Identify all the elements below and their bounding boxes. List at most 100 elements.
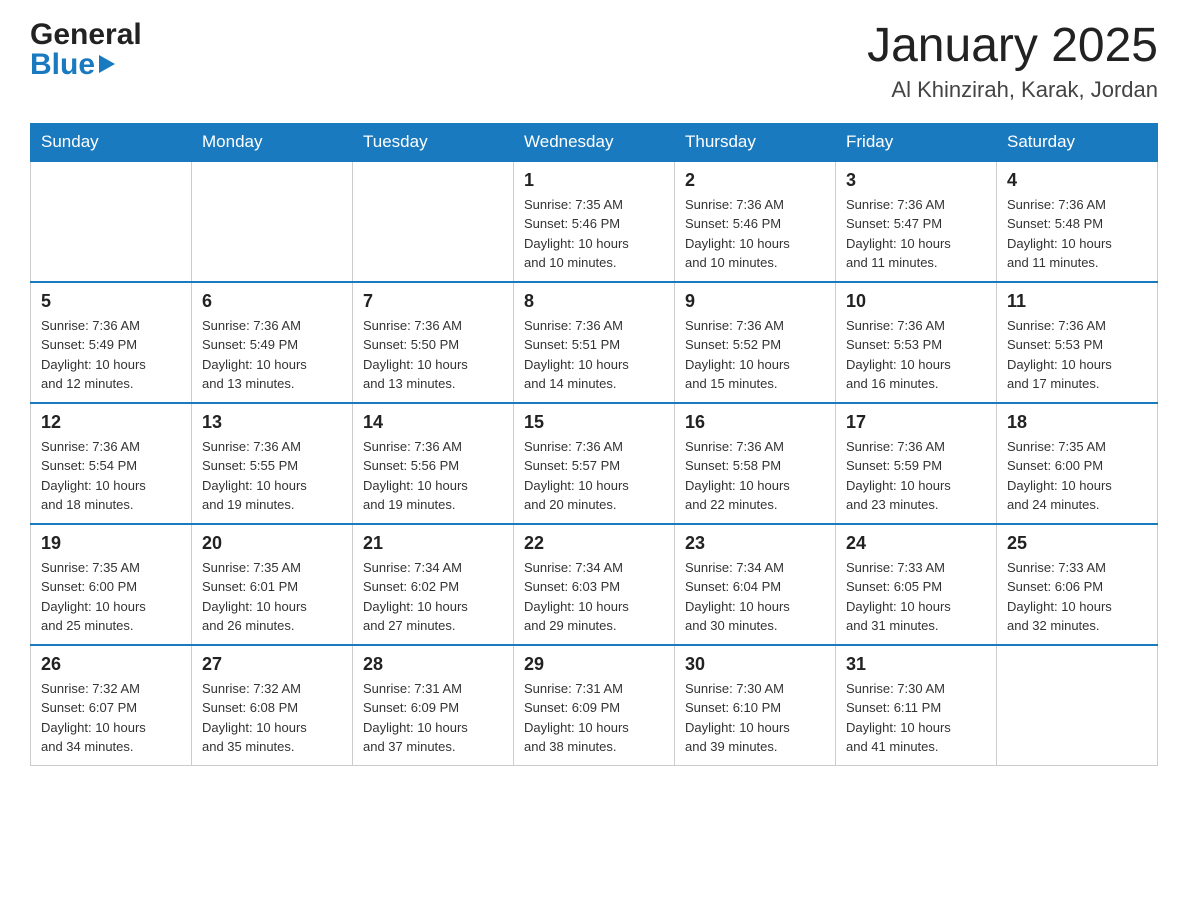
- calendar-cell: 17 Sunrise: 7:36 AM Sunset: 5:59 PM Dayli…: [836, 403, 997, 524]
- calendar-cell: 8Sunrise: 7:36 AM Sunset: 5:51 PM Daylig…: [514, 282, 675, 403]
- day-number: 31: [846, 654, 986, 675]
- day-info: Sunrise: 7:31 AM Sunset: 6:09 PM Dayligh…: [363, 679, 503, 757]
- calendar-cell: 4 Sunrise: 7:36 AM Sunset: 5:48 PM Daylig…: [997, 161, 1158, 282]
- day-number: 21: [363, 533, 503, 554]
- calendar-cell: 10Sunrise: 7:36 AM Sunset: 5:53 PM Dayli…: [836, 282, 997, 403]
- day-info: Sunrise: 7:34 AM Sunset: 6:04 PM Dayligh…: [685, 558, 825, 636]
- day-number: 15: [524, 412, 664, 433]
- day-number: 7: [363, 291, 503, 312]
- day-info: Sunrise: 7:36 AM Sunset: 5:59 PM Dayligh…: [846, 437, 986, 515]
- day-number: 3: [846, 170, 986, 191]
- day-number: 16: [685, 412, 825, 433]
- week-row-4: 19Sunrise: 7:35 AM Sunset: 6:00 PM Dayli…: [31, 524, 1158, 645]
- day-number: 8: [524, 291, 664, 312]
- day-info: Sunrise: 7:36 AM Sunset: 5:58 PM Dayligh…: [685, 437, 825, 515]
- calendar-cell: 31 Sunrise: 7:30 AM Sunset: 6:11 PM Dayli…: [836, 645, 997, 766]
- day-number: 26: [41, 654, 181, 675]
- calendar-title: January 2025: [867, 20, 1158, 73]
- day-info: Sunrise: 7:30 AM Sunset: 6:10 PM Dayligh…: [685, 679, 825, 757]
- calendar-cell: 26 Sunrise: 7:32 AM Sunset: 6:07 PM Dayli…: [31, 645, 192, 766]
- calendar-cell: 18 Sunrise: 7:35 AM Sunset: 6:00 PM Dayli…: [997, 403, 1158, 524]
- day-info: Sunrise: 7:36 AM Sunset: 5:46 PM Dayligh…: [685, 195, 825, 273]
- day-info: Sunrise: 7:36 AM Sunset: 5:50 PM Dayligh…: [363, 316, 503, 394]
- day-number: 20: [202, 533, 342, 554]
- week-row-1: 1 Sunrise: 7:35 AM Sunset: 5:46 PM Daylig…: [31, 161, 1158, 282]
- day-info: Sunrise: 7:35 AM Sunset: 6:00 PM Dayligh…: [1007, 437, 1147, 515]
- day-number: 28: [363, 654, 503, 675]
- calendar-cell: 2 Sunrise: 7:36 AM Sunset: 5:46 PM Daylig…: [675, 161, 836, 282]
- calendar-table: SundayMondayTuesdayWednesdayThursdayFrid…: [30, 123, 1158, 766]
- day-number: 11: [1007, 291, 1147, 312]
- calendar-cell: 23Sunrise: 7:34 AM Sunset: 6:04 PM Dayli…: [675, 524, 836, 645]
- day-number: 5: [41, 291, 181, 312]
- day-info: Sunrise: 7:34 AM Sunset: 6:02 PM Dayligh…: [363, 558, 503, 636]
- calendar-cell: 3 Sunrise: 7:36 AM Sunset: 5:47 PM Daylig…: [836, 161, 997, 282]
- logo-blue-text: Blue: [30, 50, 95, 80]
- page-header: General Blue January 2025 Al Khinzirah, …: [30, 20, 1158, 103]
- column-header-tuesday: Tuesday: [353, 123, 514, 161]
- day-info: Sunrise: 7:30 AM Sunset: 6:11 PM Dayligh…: [846, 679, 986, 757]
- day-number: 22: [524, 533, 664, 554]
- calendar-cell: 20 Sunrise: 7:35 AM Sunset: 6:01 PM Dayli…: [192, 524, 353, 645]
- day-info: Sunrise: 7:32 AM Sunset: 6:07 PM Dayligh…: [41, 679, 181, 757]
- day-info: Sunrise: 7:35 AM Sunset: 6:01 PM Dayligh…: [202, 558, 342, 636]
- day-info: Sunrise: 7:32 AM Sunset: 6:08 PM Dayligh…: [202, 679, 342, 757]
- calendar-cell: 22 Sunrise: 7:34 AM Sunset: 6:03 PM Dayli…: [514, 524, 675, 645]
- calendar-header-row: SundayMondayTuesdayWednesdayThursdayFrid…: [31, 123, 1158, 161]
- day-number: 30: [685, 654, 825, 675]
- calendar-cell: 15 Sunrise: 7:36 AM Sunset: 5:57 PM Dayli…: [514, 403, 675, 524]
- day-info: Sunrise: 7:35 AM Sunset: 6:00 PM Dayligh…: [41, 558, 181, 636]
- calendar-cell: 1 Sunrise: 7:35 AM Sunset: 5:46 PM Daylig…: [514, 161, 675, 282]
- day-number: 27: [202, 654, 342, 675]
- day-number: 24: [846, 533, 986, 554]
- column-header-saturday: Saturday: [997, 123, 1158, 161]
- calendar-cell: 5 Sunrise: 7:36 AM Sunset: 5:49 PM Daylig…: [31, 282, 192, 403]
- day-info: Sunrise: 7:36 AM Sunset: 5:48 PM Dayligh…: [1007, 195, 1147, 273]
- day-info: Sunrise: 7:34 AM Sunset: 6:03 PM Dayligh…: [524, 558, 664, 636]
- day-info: Sunrise: 7:36 AM Sunset: 5:53 PM Dayligh…: [1007, 316, 1147, 394]
- calendar-cell: 28 Sunrise: 7:31 AM Sunset: 6:09 PM Dayli…: [353, 645, 514, 766]
- day-number: 6: [202, 291, 342, 312]
- day-info: Sunrise: 7:36 AM Sunset: 5:47 PM Dayligh…: [846, 195, 986, 273]
- day-info: Sunrise: 7:36 AM Sunset: 5:57 PM Dayligh…: [524, 437, 664, 515]
- calendar-cell: 6Sunrise: 7:36 AM Sunset: 5:49 PM Daylig…: [192, 282, 353, 403]
- day-number: 14: [363, 412, 503, 433]
- day-number: 25: [1007, 533, 1147, 554]
- day-info: Sunrise: 7:36 AM Sunset: 5:54 PM Dayligh…: [41, 437, 181, 515]
- calendar-cell: 9 Sunrise: 7:36 AM Sunset: 5:52 PM Daylig…: [675, 282, 836, 403]
- calendar-cell: 11 Sunrise: 7:36 AM Sunset: 5:53 PM Dayli…: [997, 282, 1158, 403]
- week-row-2: 5 Sunrise: 7:36 AM Sunset: 5:49 PM Daylig…: [31, 282, 1158, 403]
- day-number: 13: [202, 412, 342, 433]
- column-header-thursday: Thursday: [675, 123, 836, 161]
- day-info: Sunrise: 7:36 AM Sunset: 5:56 PM Dayligh…: [363, 437, 503, 515]
- calendar-cell: 16 Sunrise: 7:36 AM Sunset: 5:58 PM Dayli…: [675, 403, 836, 524]
- day-number: 9: [685, 291, 825, 312]
- calendar-cell: [31, 161, 192, 282]
- day-info: Sunrise: 7:31 AM Sunset: 6:09 PM Dayligh…: [524, 679, 664, 757]
- column-header-monday: Monday: [192, 123, 353, 161]
- title-block: January 2025 Al Khinzirah, Karak, Jordan: [867, 20, 1158, 103]
- day-number: 1: [524, 170, 664, 191]
- day-number: 2: [685, 170, 825, 191]
- day-number: 12: [41, 412, 181, 433]
- logo: General Blue: [30, 20, 142, 80]
- day-info: Sunrise: 7:35 AM Sunset: 5:46 PM Dayligh…: [524, 195, 664, 273]
- day-number: 18: [1007, 412, 1147, 433]
- day-info: Sunrise: 7:36 AM Sunset: 5:55 PM Dayligh…: [202, 437, 342, 515]
- day-number: 29: [524, 654, 664, 675]
- calendar-cell: 29 Sunrise: 7:31 AM Sunset: 6:09 PM Dayli…: [514, 645, 675, 766]
- calendar-subtitle: Al Khinzirah, Karak, Jordan: [867, 77, 1158, 103]
- day-info: Sunrise: 7:36 AM Sunset: 5:49 PM Dayligh…: [41, 316, 181, 394]
- calendar-cell: 25Sunrise: 7:33 AM Sunset: 6:06 PM Dayli…: [997, 524, 1158, 645]
- column-header-sunday: Sunday: [31, 123, 192, 161]
- calendar-cell: 13 Sunrise: 7:36 AM Sunset: 5:55 PM Dayli…: [192, 403, 353, 524]
- logo-general-text: General: [30, 20, 142, 50]
- calendar-cell: 27 Sunrise: 7:32 AM Sunset: 6:08 PM Dayli…: [192, 645, 353, 766]
- day-number: 17: [846, 412, 986, 433]
- day-info: Sunrise: 7:36 AM Sunset: 5:52 PM Dayligh…: [685, 316, 825, 394]
- calendar-cell: 7 Sunrise: 7:36 AM Sunset: 5:50 PM Daylig…: [353, 282, 514, 403]
- week-row-3: 12 Sunrise: 7:36 AM Sunset: 5:54 PM Dayli…: [31, 403, 1158, 524]
- calendar-cell: [192, 161, 353, 282]
- day-number: 4: [1007, 170, 1147, 191]
- calendar-cell: 30 Sunrise: 7:30 AM Sunset: 6:10 PM Dayli…: [675, 645, 836, 766]
